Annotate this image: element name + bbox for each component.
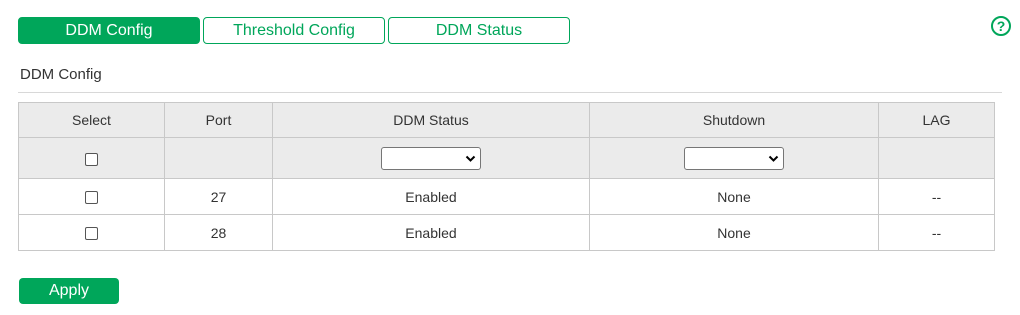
section-title: DDM Config — [20, 66, 102, 83]
filter-select-cell — [18, 137, 165, 179]
shutdown-cell: None — [589, 214, 879, 251]
table-row: 28 Enabled None -- — [18, 214, 995, 251]
tab-threshold-config[interactable]: Threshold Config — [203, 17, 385, 44]
ddm-config-page: DDM Config Threshold Config DDM Status ?… — [0, 0, 1020, 315]
row-select-cell — [18, 214, 165, 251]
chevron-down-icon — [465, 155, 476, 162]
header-lag: LAG — [878, 102, 995, 138]
shutdown-cell: None — [589, 178, 879, 215]
ddm-status-dropdown[interactable] — [381, 146, 481, 170]
port-cell: 28 — [164, 214, 273, 251]
row-select-cell — [18, 178, 165, 215]
header-shutdown: Shutdown — [589, 102, 879, 138]
table-row: 27 Enabled None -- — [18, 178, 995, 215]
filter-lag-cell — [878, 137, 995, 179]
help-icon[interactable]: ? — [991, 16, 1011, 36]
filter-shutdown-cell — [589, 137, 879, 179]
apply-button[interactable]: Apply — [19, 278, 119, 304]
tab-ddm-config[interactable]: DDM Config — [18, 17, 200, 44]
ddm-status-cell: Enabled — [272, 214, 590, 251]
section-divider — [18, 92, 1002, 93]
port-cell: 27 — [164, 178, 273, 215]
header-select: Select — [18, 102, 165, 138]
chevron-down-icon — [768, 155, 779, 162]
shutdown-dropdown[interactable] — [684, 146, 784, 170]
lag-cell: -- — [878, 214, 995, 251]
filter-port-cell — [164, 137, 273, 179]
filter-ddm-status-cell — [272, 137, 590, 179]
header-ddm-status: DDM Status — [272, 102, 590, 138]
filter-row — [18, 137, 995, 179]
select-all-checkbox[interactable] — [85, 152, 98, 166]
ddm-config-table: Select Port DDM Status Shutdown LAG 27 E… — [18, 102, 995, 251]
row-checkbox[interactable] — [85, 191, 98, 205]
table-header-row: Select Port DDM Status Shutdown LAG — [18, 102, 995, 138]
row-checkbox[interactable] — [85, 227, 98, 241]
tab-bar: DDM Config Threshold Config DDM Status — [18, 17, 570, 44]
lag-cell: -- — [878, 178, 995, 215]
tab-ddm-status[interactable]: DDM Status — [388, 17, 570, 44]
header-port: Port — [164, 102, 273, 138]
ddm-status-cell: Enabled — [272, 178, 590, 215]
